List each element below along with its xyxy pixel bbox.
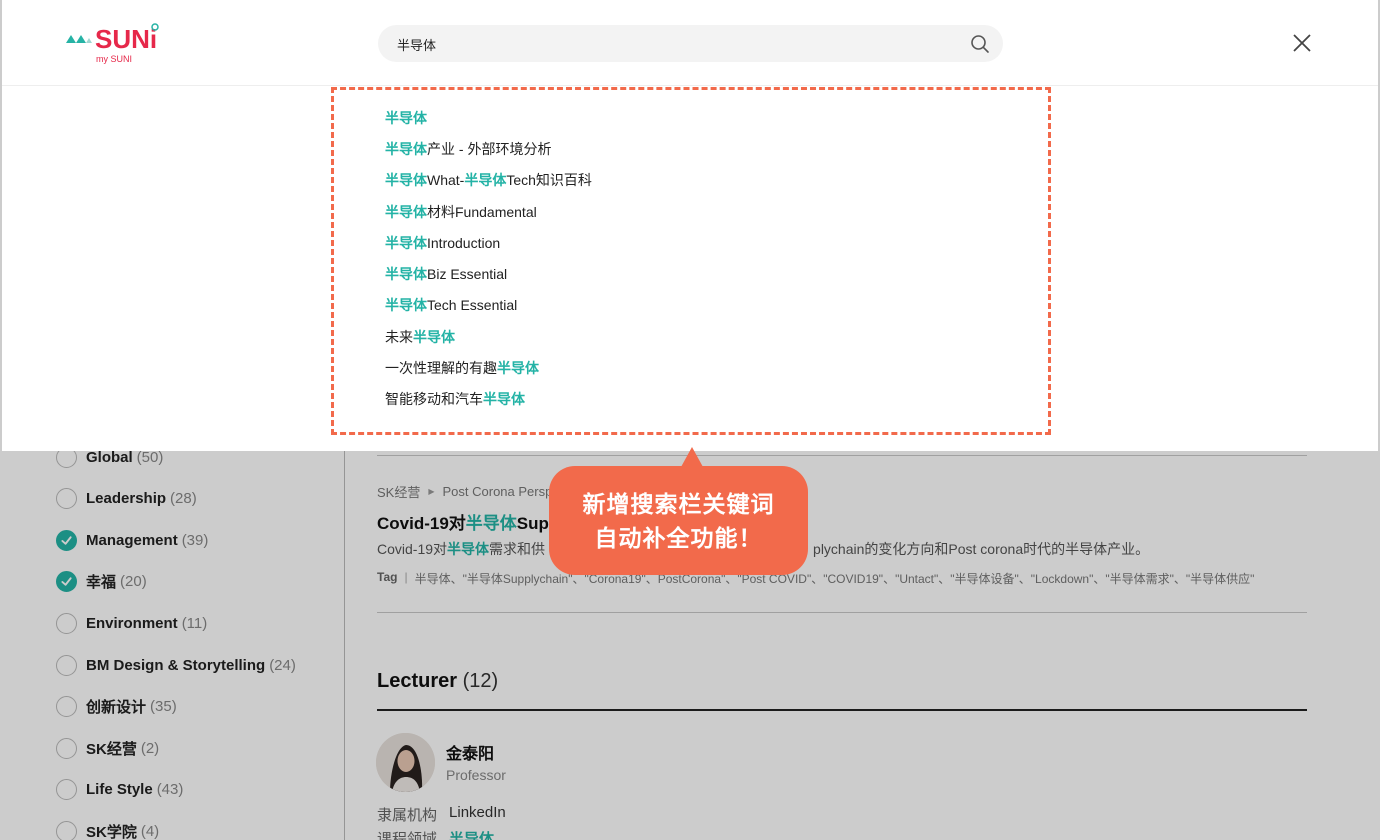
suggestion-item[interactable]: 未来半导体 <box>385 327 455 347</box>
search-icon[interactable] <box>970 34 990 54</box>
header-divider <box>2 85 1378 86</box>
search-bar[interactable] <box>378 25 1003 62</box>
logo-subtext: my SUNI <box>96 54 132 64</box>
suggestion-match: 半导体 <box>385 141 427 157</box>
suggestion-item[interactable]: 半导体What-半导体Tech知识百科 <box>385 170 592 190</box>
feature-callout: 新增搜索栏关键词 自动补全功能！ <box>549 466 808 575</box>
suggestion-match: 半导体 <box>385 172 427 188</box>
suggestion-text: Introduction <box>427 235 501 251</box>
logo-text: SUNi <box>95 24 157 54</box>
suggestion-text: Biz Essential <box>427 266 508 282</box>
suggestion-item[interactable]: 半导体Introduction <box>385 233 500 253</box>
suni-logo: SUNi my SUNI <box>66 23 159 64</box>
callout-line: 新增搜索栏关键词 <box>582 490 775 517</box>
suggestion-match: 半导体 <box>497 360 539 376</box>
suggestion-item[interactable]: 半导体材料Fundamental <box>385 202 537 222</box>
suggestion-text: Tech Essential <box>427 297 518 313</box>
suggestion-match: 半导体 <box>483 391 525 407</box>
suggestion-match: 半导体 <box>385 266 427 282</box>
suggestion-match: 半导体 <box>385 110 427 126</box>
callout-line: 自动补全功能！ <box>594 524 763 551</box>
suggestion-text: 材料Fundamental <box>427 204 537 220</box>
suggestion-text: Tech知识百科 <box>506 172 592 188</box>
suggestion-text: 一次性理解的有趣 <box>385 360 497 376</box>
suggestion-item[interactable]: 半导体产业 - 外部环境分析 <box>385 139 551 159</box>
suggestion-match: 半导体 <box>413 329 455 345</box>
search-input[interactable] <box>397 34 957 54</box>
suggestion-item[interactable]: 一次性理解的有趣半导体 <box>385 358 539 378</box>
suggestion-item[interactable]: 智能移动和汽车半导体 <box>385 389 525 409</box>
search-overlay: SUNi my SUNI 半导体 半导体产业 - 外部环境分析 半导体What-… <box>2 0 1378 451</box>
close-icon[interactable] <box>1292 33 1312 53</box>
autocomplete-dropdown: 半导体 半导体产业 - 外部环境分析 半导体What-半导体Tech知识百科 半… <box>331 87 1051 435</box>
suggestion-match: 半导体 <box>385 235 427 251</box>
suggestion-match: 半导体 <box>464 172 507 188</box>
suggestion-item[interactable]: 半导体Biz Essential <box>385 264 507 284</box>
callout-pointer <box>681 447 703 467</box>
suggestion-item[interactable]: 半导体Tech Essential <box>385 295 517 315</box>
suggestion-text: 产业 - 外部环境分析 <box>427 141 552 157</box>
suggestion-text: 未来 <box>385 329 413 345</box>
suggestion-match: 半导体 <box>385 297 427 313</box>
suggestion-match: 半导体 <box>385 204 427 220</box>
suggestion-item[interactable]: 半导体 <box>385 108 427 128</box>
suggestion-text: What- <box>427 172 465 188</box>
suggestion-text: 智能移动和汽车 <box>385 391 483 407</box>
